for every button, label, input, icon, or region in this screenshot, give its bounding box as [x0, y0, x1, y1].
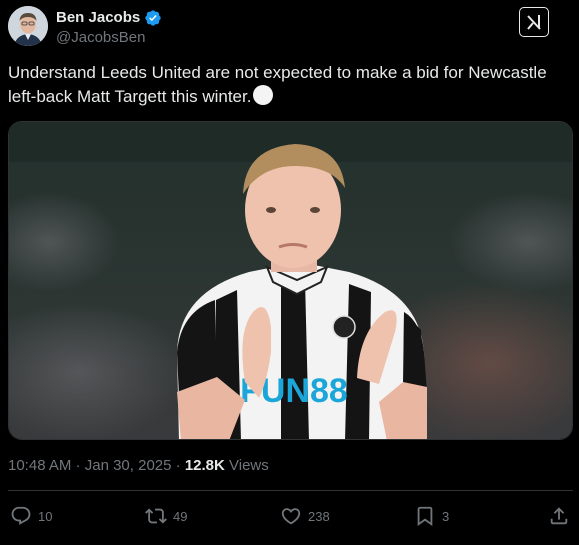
- tweet-date[interactable]: Jan 30, 2025: [85, 457, 172, 474]
- repost-count: 49: [173, 508, 188, 524]
- tweet-media-image[interactable]: FUN88: [8, 121, 573, 440]
- reply-button[interactable]: 10: [10, 504, 52, 528]
- heart-icon: [280, 505, 302, 527]
- tweet-body: Understand Leeds United are not expected…: [8, 63, 547, 106]
- reply-count: 10: [38, 508, 53, 524]
- repost-button[interactable]: 49: [145, 504, 187, 528]
- action-bar: 10 49 238 3: [8, 504, 571, 528]
- author-handle[interactable]: @JacobsBen: [56, 29, 162, 46]
- meta-separator: ·: [171, 457, 185, 474]
- views-count: 12.8K: [184, 457, 225, 474]
- white-circle-emoji-icon: [253, 85, 274, 105]
- reply-icon: [10, 505, 32, 527]
- divider: [8, 490, 573, 491]
- tweet-header: Ben Jacobs @JacobsBen: [8, 6, 571, 50]
- repost-icon: [145, 505, 167, 527]
- tweet-meta: 10:48 AM · Jan 30, 2025 · 12.8K Views: [8, 457, 269, 474]
- like-count: 238: [308, 508, 330, 524]
- grok-icon[interactable]: [519, 7, 549, 37]
- bookmark-button[interactable]: 3: [414, 504, 449, 528]
- views-label: Views: [224, 457, 269, 474]
- author-info: Ben Jacobs @JacobsBen: [56, 8, 162, 46]
- avatar[interactable]: [8, 6, 48, 46]
- tweet-text: Understand Leeds United are not expected…: [8, 61, 568, 109]
- author-name[interactable]: Ben Jacobs: [56, 9, 140, 26]
- meta-separator: ·: [71, 457, 85, 474]
- bookmark-count: 3: [442, 508, 450, 524]
- share-icon: [548, 505, 570, 527]
- bookmark-icon: [414, 505, 436, 527]
- tweet-time[interactable]: 10:48 AM: [8, 457, 71, 474]
- share-button[interactable]: [548, 504, 570, 528]
- verified-badge-icon: [144, 9, 162, 27]
- like-button[interactable]: 238: [280, 504, 330, 528]
